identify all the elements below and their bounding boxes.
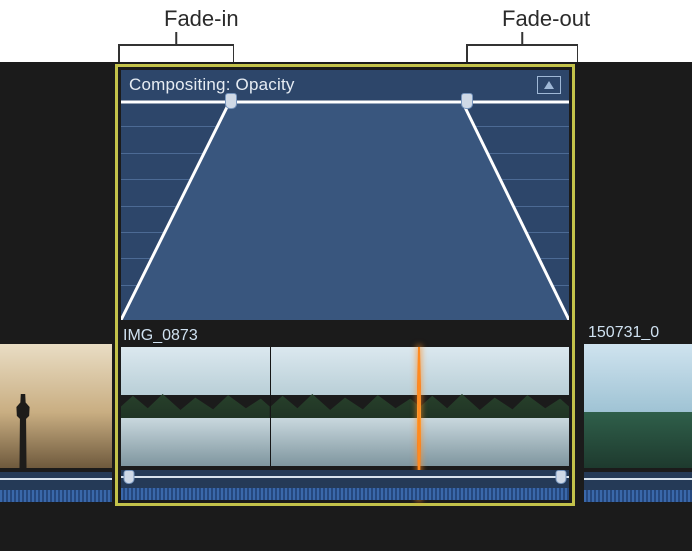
frame [121, 347, 270, 466]
animation-menu-icon[interactable] [537, 76, 561, 94]
fade-out-handle[interactable] [461, 93, 473, 109]
clip-neighbour-right[interactable]: 150731_0 [584, 322, 692, 502]
frame [419, 347, 569, 466]
frame [270, 347, 420, 466]
animation-title: Compositing: Opacity [129, 75, 295, 95]
clip-selected[interactable]: Compositing: Opacity [115, 64, 575, 506]
audio-waveform [121, 488, 569, 500]
audio-track[interactable] [121, 470, 569, 500]
animation-graph[interactable] [121, 100, 569, 320]
filmstrip[interactable] [121, 347, 569, 466]
timeline[interactable]: 150731_0 Compositing: Opacity [0, 62, 692, 551]
bracket-fade-out [466, 44, 578, 62]
bracket-fade-in [118, 44, 234, 62]
animation-header: Compositing: Opacity [121, 70, 569, 100]
fade-in-handle[interactable] [225, 93, 237, 109]
filmstrip-right [584, 344, 692, 468]
audio-track-left[interactable] [0, 472, 112, 502]
clip-neighbour-left[interactable] [0, 322, 112, 502]
audio-track-right[interactable] [584, 472, 692, 502]
label-fade-out: Fade-out [502, 6, 590, 32]
label-fade-in: Fade-in [164, 6, 239, 32]
audio-fade-in-handle[interactable] [124, 470, 135, 484]
filmstrip-left [0, 344, 112, 468]
clip-name: IMG_0873 [123, 325, 198, 347]
audio-fade-out-handle[interactable] [556, 470, 567, 484]
clip-name-right: 150731_0 [588, 322, 659, 344]
video-animation-panel[interactable]: Compositing: Opacity [121, 70, 569, 320]
